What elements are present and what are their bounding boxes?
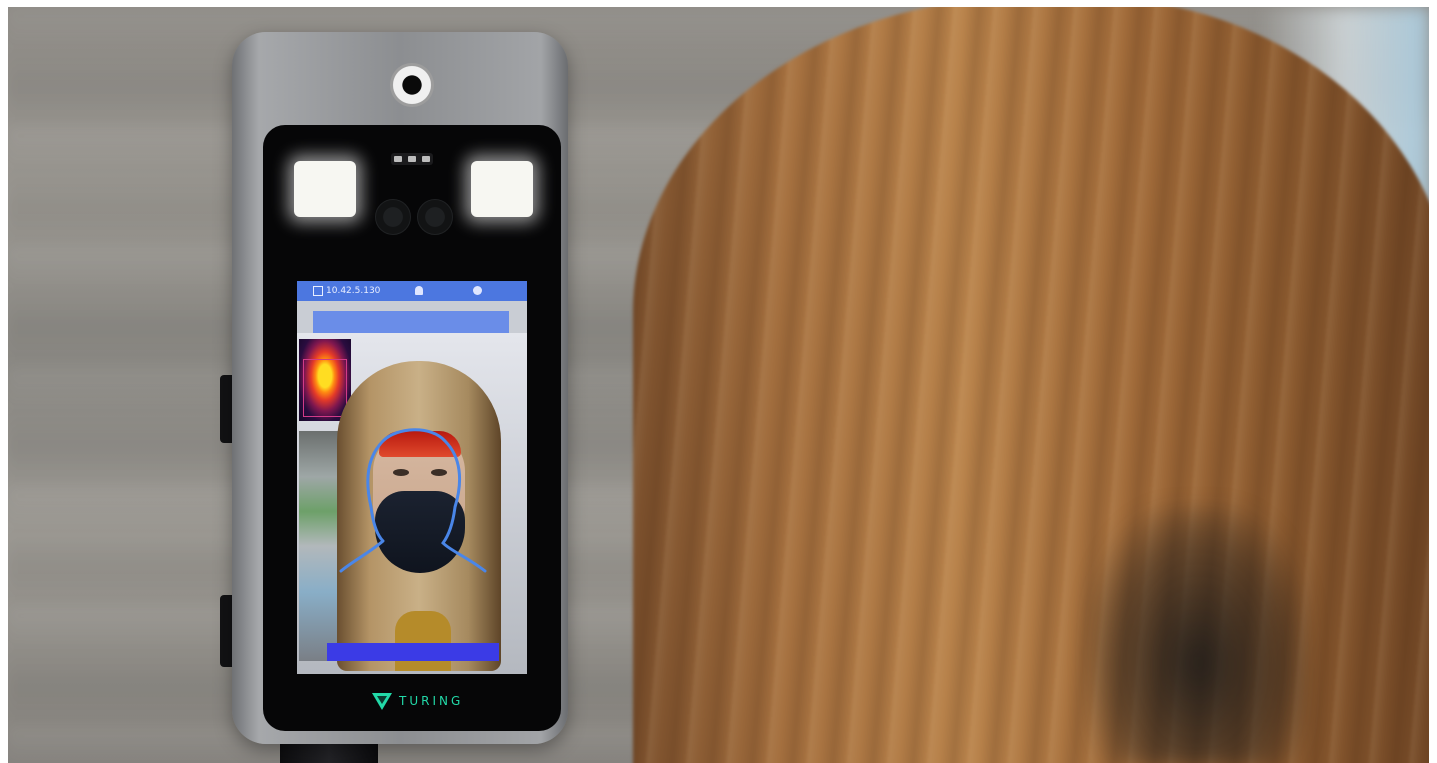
thermal-detection-box (303, 359, 347, 417)
ip-address-label: 10.42.5.130 (326, 286, 381, 296)
turing-logo-icon (372, 693, 392, 710)
screen-status-bar: 10.42.5.130 (297, 281, 527, 301)
temperature-kiosk-device: 10.42.5.130 TURING (232, 32, 568, 744)
right-illumination-light (471, 161, 533, 217)
foreground-person-shoulder (1088, 507, 1308, 763)
brand-name: TURING (399, 694, 464, 708)
right-camera-lens-icon (417, 199, 453, 235)
monitor-icon (313, 286, 323, 296)
device-front-panel: 10.42.5.130 TURING (263, 125, 561, 731)
kiosk-screen[interactable]: 10.42.5.130 (297, 281, 527, 674)
gear-icon[interactable] (473, 286, 482, 295)
face-alignment-outline (339, 428, 487, 573)
info-banner (313, 311, 509, 333)
brand-logo: TURING (371, 691, 463, 711)
foreground-person-hair (633, 7, 1429, 763)
subject-shirt (395, 611, 451, 671)
left-illumination-light (294, 161, 356, 217)
sensor-array-icon (391, 153, 433, 165)
temperature-alert-bar (327, 643, 499, 661)
left-camera-lens-icon (375, 199, 411, 235)
top-camera-icon (390, 63, 434, 107)
user-icon[interactable] (415, 286, 423, 295)
photo-scene: 10.42.5.130 TURING (8, 7, 1429, 763)
